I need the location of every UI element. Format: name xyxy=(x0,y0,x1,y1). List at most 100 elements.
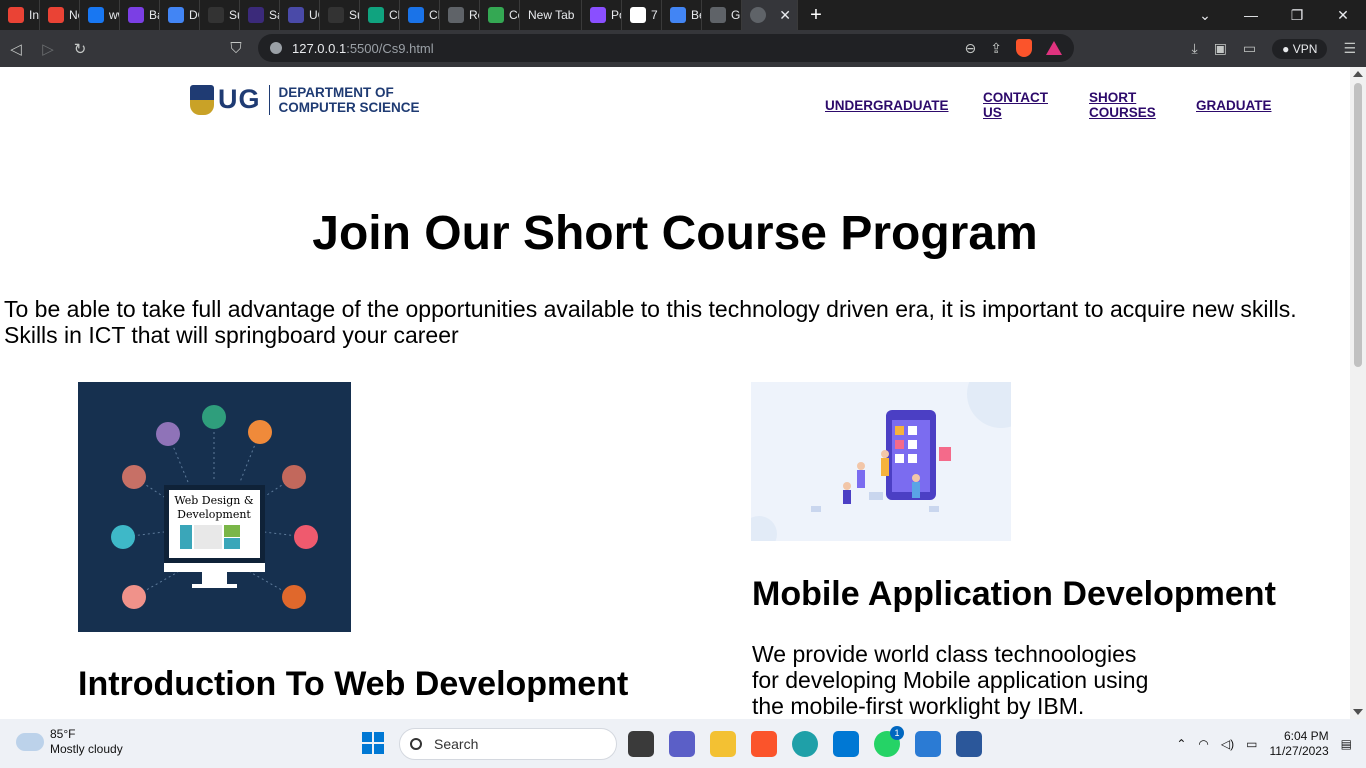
browser-tab[interactable]: Best xyxy=(662,0,702,30)
close-tab-icon[interactable]: ✕ xyxy=(779,7,791,24)
bookmark-icon[interactable]: ⛉ xyxy=(220,40,252,57)
browser-tab[interactable]: UG xyxy=(280,0,320,30)
back-button[interactable]: ◁ xyxy=(0,40,32,58)
forward-button[interactable]: ▷ xyxy=(32,40,64,58)
browser-tab[interactable]: New Tab xyxy=(520,0,582,30)
globe-icon xyxy=(710,7,726,23)
weather-condition: Mostly cloudy xyxy=(50,742,123,756)
site-info-icon[interactable] xyxy=(270,42,282,54)
taskbar-search[interactable]: Search xyxy=(399,728,617,760)
browser-tab[interactable]: Poe xyxy=(582,0,622,30)
openai-icon xyxy=(368,7,384,23)
scroll-down-arrow-icon[interactable] xyxy=(1353,709,1363,715)
web-image-caption-2: Development xyxy=(177,508,251,521)
github-icon xyxy=(328,7,344,23)
brave-rewards-icon[interactable] xyxy=(1046,41,1062,55)
nav-undergraduate[interactable]: UNDERGRADUATE xyxy=(825,98,949,113)
sidebar-icon[interactable]: ▣ xyxy=(1214,40,1227,57)
browser-tab[interactable]: www xyxy=(80,0,120,30)
edge-icon[interactable] xyxy=(792,731,818,757)
vpn-button[interactable]: ● VPN xyxy=(1272,38,1328,59)
address-bar[interactable]: 127.0.0.1:5500/Cs9.html ⊖ ⇪ xyxy=(258,34,1074,62)
browser-tab[interactable]: 7 Be xyxy=(622,0,662,30)
wifi-icon[interactable]: ◠ xyxy=(1198,737,1208,751)
logo-ug: UG xyxy=(218,84,261,114)
browser-tab[interactable]: CBA xyxy=(400,0,440,30)
teams-chat-icon[interactable] xyxy=(669,731,695,757)
browser-tab[interactable]: Inbo xyxy=(0,0,40,30)
browser-tab[interactable]: Con xyxy=(480,0,520,30)
maps-icon xyxy=(488,7,504,23)
start-button[interactable] xyxy=(362,732,384,754)
vscode-icon[interactable] xyxy=(915,731,941,757)
windows-taskbar: 85°F Mostly cloudy Search 1 ⌃ ◠ ◁) ▭ 6:0… xyxy=(0,719,1366,768)
page-scrollbar[interactable] xyxy=(1350,67,1366,719)
github-icon xyxy=(208,7,224,23)
whatsapp-icon[interactable]: 1 xyxy=(874,726,904,757)
weather-widget[interactable]: 85°F Mostly cloudy xyxy=(16,727,123,757)
browser-tab[interactable]: Surp xyxy=(320,0,360,30)
reload-button[interactable]: ↻ xyxy=(64,40,96,58)
task-view-icon[interactable] xyxy=(628,731,654,757)
gmail-icon xyxy=(48,7,64,23)
tab-label: Resi xyxy=(469,8,479,22)
maximize-button[interactable]: ❐ xyxy=(1274,7,1320,24)
tab-label: CBA xyxy=(429,8,439,22)
browser-tab[interactable]: Resi xyxy=(440,0,480,30)
nav-short-courses[interactable]: SHORT COURSES xyxy=(1089,90,1156,120)
google-icon xyxy=(670,7,686,23)
browser-tab[interactable]: Back xyxy=(120,0,160,30)
browser-tab[interactable]: Surp xyxy=(200,0,240,30)
url-host: 127.0.0.1 xyxy=(292,40,347,56)
zoom-icon[interactable]: ⊖ xyxy=(965,40,977,57)
logo-line-1: DEPARTMENT OF xyxy=(278,84,394,100)
mobile-development-image xyxy=(741,360,1035,552)
facebook-icon xyxy=(88,7,104,23)
tab-label: Saka xyxy=(269,8,279,22)
nav-contact-us[interactable]: CONTACT US xyxy=(983,90,1048,120)
browser-tab[interactable]: Chat xyxy=(360,0,400,30)
volume-icon[interactable]: ◁) xyxy=(1221,737,1234,751)
wallet-icon[interactable]: ▭ xyxy=(1243,40,1256,57)
search-icon xyxy=(410,738,422,750)
site-logo[interactable]: UG DEPARTMENT OF COMPUTER SCIENCE xyxy=(190,84,420,115)
microsoft-store-icon[interactable] xyxy=(833,731,859,757)
tab-strip: Inbo New www Back DCI Surp Saka UG Surp Chat CBA Re… xyxy=(0,0,1366,30)
clock[interactable]: 6:04 PM 11/27/2023 xyxy=(1269,729,1328,759)
chevron-up-icon[interactable]: ⌃ xyxy=(1176,737,1186,751)
word-icon[interactable] xyxy=(956,731,982,757)
browser-tab[interactable]: New xyxy=(40,0,80,30)
scroll-up-arrow-icon[interactable] xyxy=(1353,71,1363,77)
nav-graduate[interactable]: GRADUATE xyxy=(1196,98,1272,113)
downloads-icon[interactable]: ⤓ xyxy=(1191,40,1197,57)
brave-shields-icon[interactable] xyxy=(1016,39,1032,57)
menu-icon[interactable]: ☰ xyxy=(1343,40,1356,57)
tab-label: www xyxy=(109,8,119,22)
tab-label: Back xyxy=(149,8,159,22)
weather-temp: 85°F xyxy=(50,727,76,741)
browser-tab[interactable]: Saka xyxy=(240,0,280,30)
whatsapp-badge: 1 xyxy=(890,726,904,740)
new-tab-button[interactable]: + xyxy=(798,4,834,27)
browser-tab[interactable]: Grad xyxy=(702,0,742,30)
nav-contact-line-2: US xyxy=(983,105,1002,120)
share-icon[interactable]: ⇪ xyxy=(990,40,1002,57)
tab-label: Poe xyxy=(611,8,621,22)
tab-search-icon[interactable]: ⌄ xyxy=(1182,7,1228,24)
cloud-icon xyxy=(16,728,44,751)
battery-icon[interactable]: ▭ xyxy=(1246,737,1257,751)
brave-browser-icon[interactable] xyxy=(751,731,777,757)
tab-active[interactable]: ✕ xyxy=(742,0,798,30)
globe-icon xyxy=(448,7,464,23)
tab-label: Surp xyxy=(229,8,239,22)
browser-tab[interactable]: DCI xyxy=(160,0,200,30)
web-image-caption-1: Web Design & xyxy=(174,494,254,507)
minimize-button[interactable]: — xyxy=(1228,7,1274,24)
scrollbar-thumb[interactable] xyxy=(1354,83,1362,367)
close-window-button[interactable]: ✕ xyxy=(1320,7,1366,24)
system-tray: ⌃ ◠ ◁) ▭ 6:04 PM 11/27/2023 ▤ xyxy=(1176,719,1352,768)
notifications-icon[interactable]: ▤ xyxy=(1341,737,1352,751)
file-explorer-icon[interactable] xyxy=(710,731,736,757)
ug-crest-icon xyxy=(190,84,214,115)
doc-icon xyxy=(630,7,646,23)
